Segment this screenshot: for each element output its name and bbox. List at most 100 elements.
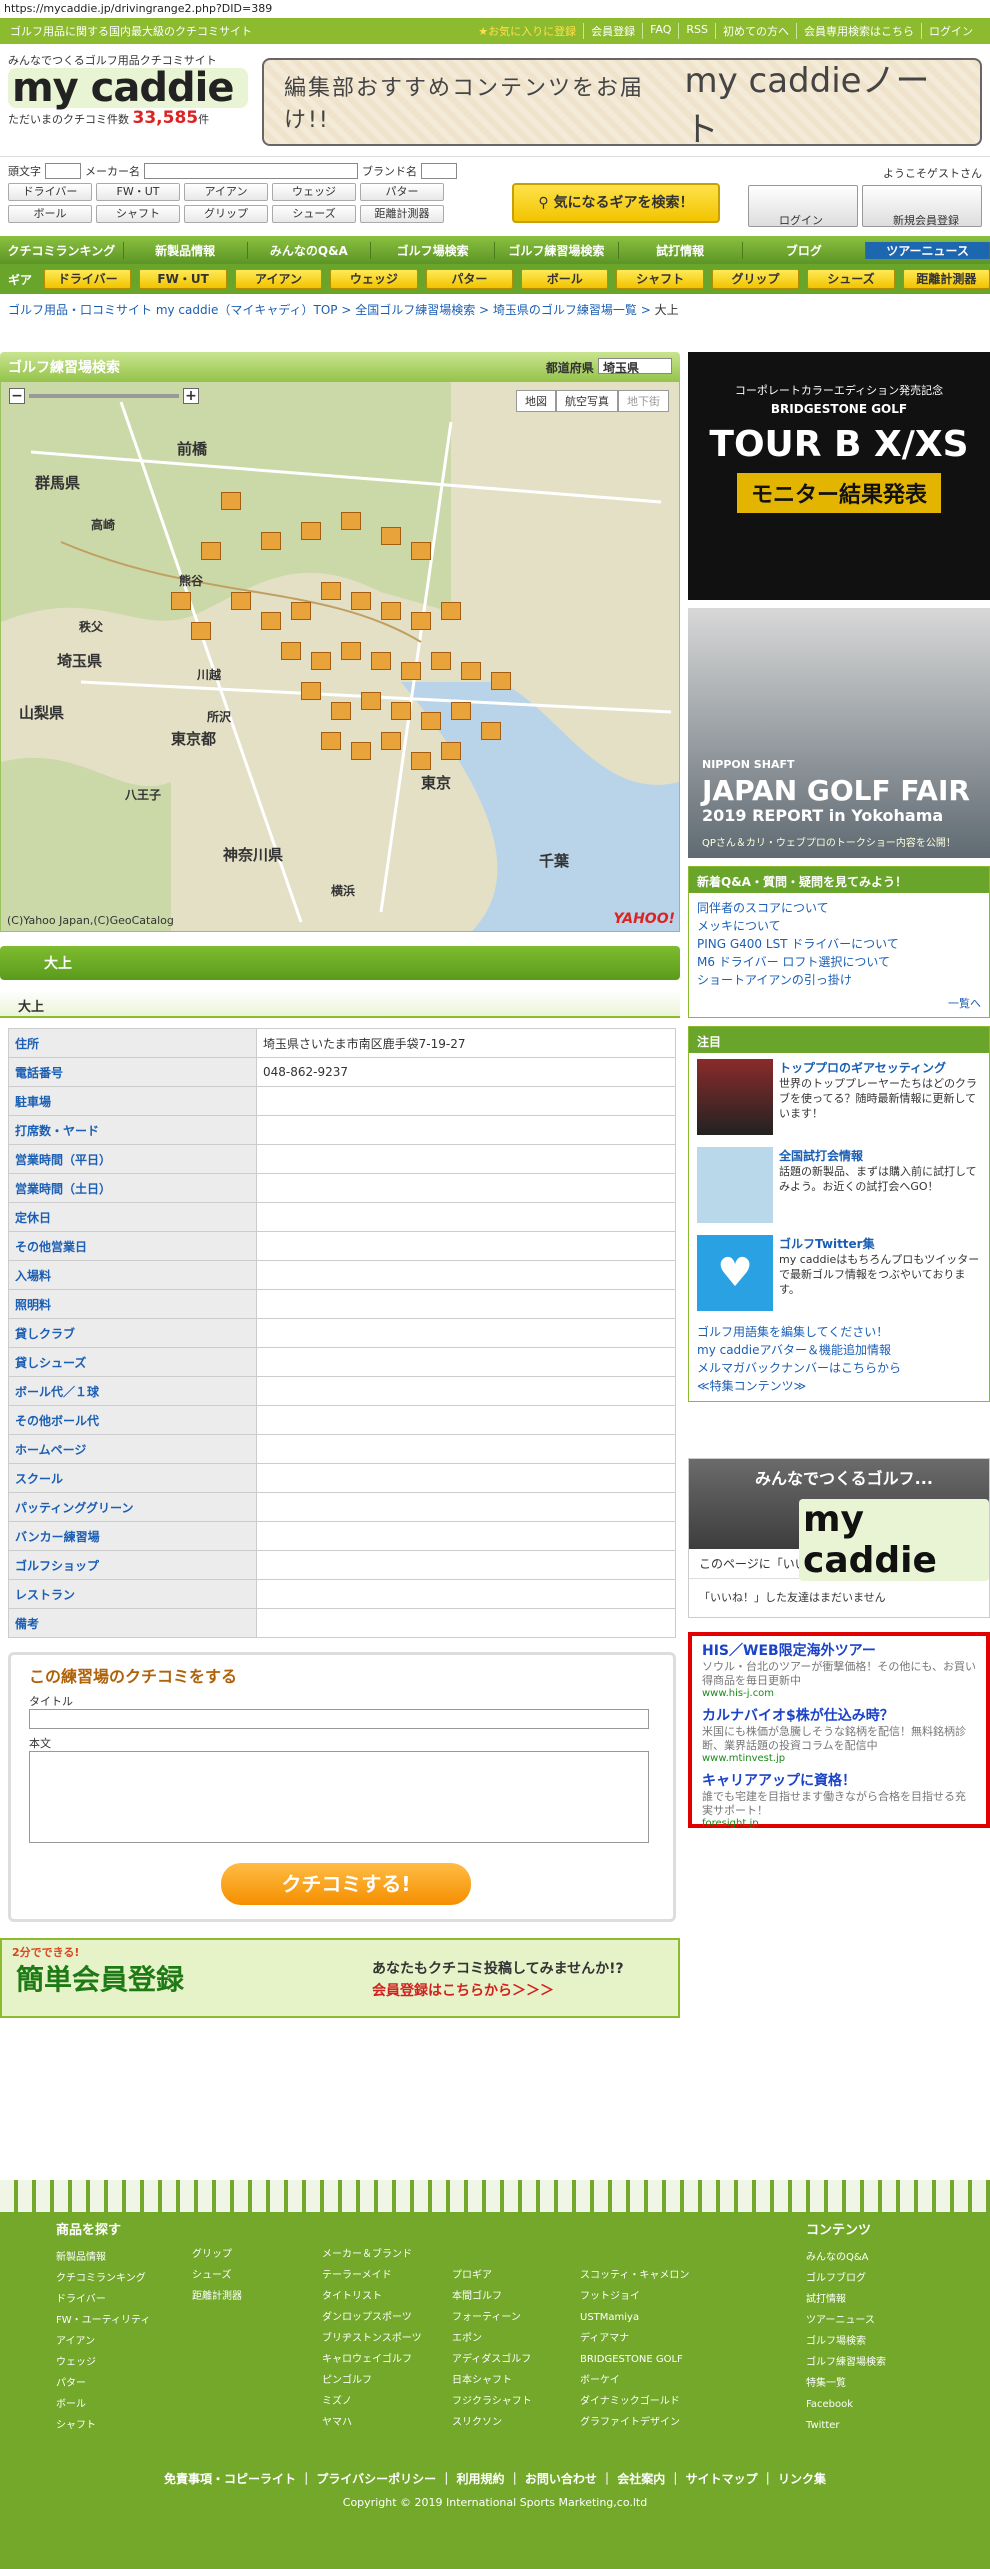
footer-link[interactable]: 日本シャフト <box>452 2370 532 2391</box>
top-link[interactable]: ★お気に入りに登録 <box>471 23 583 39</box>
gear-bar-item[interactable]: アイアン <box>234 269 323 289</box>
footer-link[interactable]: プロギア <box>452 2265 532 2286</box>
range-marker-icon[interactable] <box>351 592 371 610</box>
gear-button[interactable]: グリップ <box>184 205 268 223</box>
nav-ranking[interactable]: クチコミランキング <box>0 241 124 259</box>
map-tab-underground[interactable]: 地下街 <box>618 390 669 412</box>
footer-link[interactable]: ゴルフ場検索 <box>806 2331 886 2352</box>
initial-select[interactable] <box>45 163 81 179</box>
footer-link[interactable]: パター <box>56 2373 150 2394</box>
signup-banner[interactable]: 2分でできる! 簡単会員登録 あなたもクチコミ投稿してみませんか!? 会員登録は… <box>0 1938 680 2018</box>
attention-link[interactable]: my caddieアバター＆機能追加情報 <box>697 1341 981 1359</box>
top-link[interactable]: 会員登録 <box>583 23 642 39</box>
qa-item[interactable]: M6 ドライバー ロフト選択について <box>697 953 981 971</box>
range-marker-icon[interactable] <box>391 702 411 720</box>
footer-link[interactable]: ツアーニュース <box>806 2310 886 2331</box>
footer-link[interactable]: スコッティ・キャメロン <box>580 2265 689 2286</box>
zoom-slider[interactable] <box>29 394 179 398</box>
range-marker-icon[interactable] <box>411 752 431 770</box>
footer-link[interactable]: ピンゴルフ <box>322 2370 422 2391</box>
range-marker-icon[interactable] <box>341 642 361 660</box>
footer-link[interactable]: 本間ゴルフ <box>452 2286 532 2307</box>
attention-item[interactable]: 全国試打会情報 話題の新製品、まずは購入前に試打してみよう。お近くの試打会へGO！ <box>689 1141 989 1229</box>
footer-link[interactable]: ダイナミックゴールド <box>580 2391 689 2412</box>
footer-link[interactable]: Facebook <box>806 2394 886 2415</box>
zoom-out-button[interactable]: − <box>9 388 25 404</box>
qa-more-link[interactable]: 一覧へ <box>689 995 989 1017</box>
footer-link[interactable]: フットジョイ <box>580 2286 689 2307</box>
gear-button[interactable]: ドライバー <box>8 183 92 201</box>
footer-link[interactable]: クチコミランキング <box>56 2268 150 2289</box>
range-marker-icon[interactable] <box>261 532 281 550</box>
footer-link[interactable]: ディアマナ <box>580 2328 689 2349</box>
text-ad[interactable]: カルナバイオ$株が仕込み時？ 米国にも株価が急騰しそうな銘柄を配信！無料銘柄診断、… <box>702 1705 976 1764</box>
site-logo[interactable]: みんなでつくるゴルフ用品クチコミサイト my caddie ただいまのクチコミ件… <box>8 52 248 128</box>
footer-link[interactable]: 新製品情報 <box>56 2247 150 2268</box>
nav-new-products[interactable]: 新製品情報 <box>124 241 248 259</box>
gear-button[interactable]: ウェッジ <box>272 183 356 201</box>
login-button[interactable]: ログイン <box>748 185 858 227</box>
range-marker-icon[interactable] <box>431 652 451 670</box>
footer-link[interactable]: スリクソン <box>452 2412 532 2433</box>
footer-link[interactable]: タイトリスト <box>322 2286 422 2307</box>
maker-select[interactable] <box>144 163 358 179</box>
ad-tour-b[interactable]: コーポレートカラーエディション発売記念 BRIDGESTONE GOLF TOU… <box>688 352 990 600</box>
gear-bar-item[interactable]: シューズ <box>807 269 895 289</box>
footer-link[interactable]: みんなのQ&A <box>806 2247 886 2268</box>
footer-link[interactable]: ヤマハ <box>322 2412 422 2433</box>
footer-link[interactable]: ミズノ <box>322 2391 422 2412</box>
footer-link[interactable]: アディダスゴルフ <box>452 2349 532 2370</box>
qa-item[interactable]: ショートアイアンの引っ掛け <box>697 971 981 989</box>
range-marker-icon[interactable] <box>231 592 251 610</box>
nav-blog[interactable]: ブログ <box>743 241 867 259</box>
footer-links[interactable]: 免責事項・コピーライト ｜ プライバシーポリシー ｜ 利用規約 ｜ お問い合わせ… <box>0 2470 990 2487</box>
attention-link[interactable]: ゴルフ用語集を編集してください！ <box>697 1323 981 1341</box>
footer-link[interactable]: ダンロップスポーツ <box>322 2307 422 2328</box>
range-marker-icon[interactable] <box>361 692 381 710</box>
nav-qa[interactable]: みんなのQ&A <box>248 241 372 259</box>
gear-button[interactable]: シューズ <box>272 205 356 223</box>
footer-link[interactable]: エポン <box>452 2328 532 2349</box>
footer-link[interactable]: Twitter <box>806 2415 886 2436</box>
footer-link[interactable]: アイアン <box>56 2331 150 2352</box>
zoom-in-button[interactable]: + <box>183 388 199 404</box>
top-link[interactable]: 会員専用検索はこちら <box>796 23 921 39</box>
text-ad[interactable]: HIS／WEB限定海外ツアー ソウル・台北のツアーが衝撃価格！その他にも、お買い得… <box>702 1640 976 1699</box>
gear-bar-item[interactable]: 距離計測器 <box>902 269 990 289</box>
range-marker-icon[interactable] <box>221 492 241 510</box>
text-ad[interactable]: キャリアアップに資格！ 誰でも宅建を目指せます働きながら合格を目指せる充実サポート… <box>702 1770 976 1829</box>
range-marker-icon[interactable] <box>261 612 281 630</box>
range-marker-icon[interactable] <box>291 602 311 620</box>
note-banner[interactable]: 編集部おすすめコンテンツをお届け!! my caddieノート <box>262 58 982 150</box>
range-marker-icon[interactable] <box>311 652 331 670</box>
range-marker-icon[interactable] <box>281 642 301 660</box>
footer-link[interactable]: ボーケイ <box>580 2370 689 2391</box>
gear-button[interactable]: ボール <box>8 205 92 223</box>
qa-item[interactable]: PING G400 LST ドライバーについて <box>697 935 981 953</box>
range-marker-icon[interactable] <box>451 702 471 720</box>
brand-select[interactable] <box>421 163 457 179</box>
footer-link[interactable]: ウェッジ <box>56 2352 150 2373</box>
range-marker-icon[interactable] <box>461 662 481 680</box>
range-marker-icon[interactable] <box>481 722 501 740</box>
qa-item[interactable]: 同伴者のスコアについて <box>697 899 981 917</box>
map-tab-aerial[interactable]: 航空写真 <box>556 390 618 412</box>
footer-link[interactable]: キャロウェイゴルフ <box>322 2349 422 2370</box>
gear-button[interactable]: 距離計測器 <box>360 205 444 223</box>
range-marker-icon[interactable] <box>381 527 401 545</box>
footer-link[interactable]: テーラーメイド <box>322 2265 422 2286</box>
range-marker-icon[interactable] <box>341 512 361 530</box>
range-marker-icon[interactable] <box>371 652 391 670</box>
qa-item[interactable]: メッキについて <box>697 917 981 935</box>
gear-button[interactable]: シャフト <box>96 205 180 223</box>
footer-link[interactable]: BRIDGESTONE GOLF <box>580 2349 689 2370</box>
gear-bar-item[interactable]: シャフト <box>616 269 704 289</box>
footer-link[interactable]: シューズ <box>192 2265 242 2286</box>
ad-golf-fair[interactable]: NIPPON SHAFT JAPAN GOLF FAIR 2019 REPORT… <box>688 608 990 858</box>
top-link[interactable]: FAQ <box>642 23 678 39</box>
attention-link[interactable]: ≪特集コンテンツ≫ <box>697 1377 981 1395</box>
footer-link[interactable]: シャフト <box>56 2415 150 2436</box>
attention-link[interactable]: メルマガバックナンバーはこちらから <box>697 1359 981 1377</box>
footer-link[interactable]: メーカー＆ブランド <box>322 2244 422 2265</box>
breadcrumb-link[interactable]: 埼玉県のゴルフ練習場一覧 <box>493 303 637 317</box>
